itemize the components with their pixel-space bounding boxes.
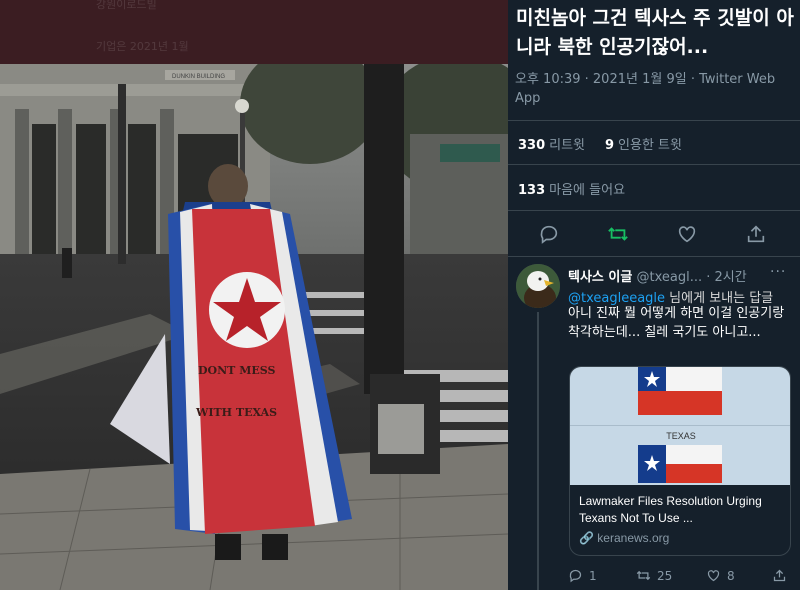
retweet-icon[interactable] [607, 223, 629, 245]
divider [508, 164, 800, 165]
link-icon: 🔗 [579, 531, 594, 545]
tweet-panel: 미친놈아 그건 텍사스 주 깃발이 아니라 북한 인공기잖어... 오후 10:… [508, 0, 800, 590]
share-icon[interactable] [745, 223, 767, 245]
street-photo: DUNKIN BUILDING DONT MESS WITH TEXAS [0, 64, 508, 590]
reply-time[interactable]: · 2시간 [706, 270, 746, 285]
quotes-label: 인용한 트윗 [618, 138, 682, 153]
reply-reply-count: 1 [589, 568, 597, 583]
photo-panel[interactable]: 강원이로드빌 기업은 2021년 1월 DUNKIN BUILDING DONT… [0, 0, 508, 590]
reply-text: 아니 진짜 뭘 어떻게 하면 이걸 인공기랑 착각하는데... 칠레 국기도 아… [568, 306, 785, 340]
reply-reply-button[interactable]: 1 [568, 568, 597, 583]
faded-text-top: 강원이로드빌 [96, 0, 157, 11]
divider [508, 210, 800, 211]
card-domain-text: keranews.org [597, 531, 670, 545]
divider [508, 120, 800, 121]
likes-label: 마음에 들어요 [549, 183, 626, 198]
reply-icon[interactable] [538, 223, 560, 245]
photo-top-band: 강원이로드빌 기업은 2021년 1월 [0, 0, 508, 64]
link-card[interactable]: TEXAS Lawmaker Files Resolution Urging T… [569, 366, 791, 556]
likes-stat[interactable]: 133 마음에 들어요 [518, 179, 625, 198]
card-domain: 🔗 keranews.org [579, 531, 669, 545]
retweet-icon [636, 570, 651, 581]
reply-author-name[interactable]: 텍사스 이글 [568, 270, 632, 285]
flag-text-line-2: WITH TEXAS [195, 406, 277, 419]
reply-like-count: 8 [727, 568, 735, 583]
building-banner-text: DUNKIN BUILDING [172, 74, 225, 80]
share-icon [773, 569, 786, 582]
reply-icon [569, 569, 582, 583]
texas-flag-icon [570, 367, 790, 483]
reply-retweet-button[interactable]: 25 [636, 568, 672, 583]
flag-text-line-1: DONT MESS [198, 364, 275, 377]
avatar[interactable] [516, 264, 560, 308]
retweets-stat[interactable]: 330 리트윗 [518, 134, 585, 153]
tweet-timestamp[interactable]: 오후 10:39 · 2021년 1월 9일 · Twitter Web App [515, 70, 795, 108]
divider [508, 256, 800, 257]
tweet-text: 미친놈아 그건 텍사스 주 깃발이 아니라 북한 인공기잖어... [516, 7, 794, 58]
more-icon[interactable]: ··· [770, 264, 786, 280]
eagle-icon [516, 264, 560, 308]
reply-share-button[interactable] [772, 568, 793, 583]
retweets-label: 리트윗 [549, 138, 586, 153]
reply-like-button[interactable]: 8 [706, 568, 735, 583]
card-image-label: TEXAS [666, 431, 696, 441]
retweets-count: 330 [518, 138, 546, 153]
card-image: TEXAS [570, 367, 790, 485]
quotes-stat[interactable]: 9 인용한 트윗 [605, 134, 682, 153]
like-icon [707, 570, 720, 582]
reply-header: 텍사스 이글 @txeagl... · 2시간 [568, 266, 796, 285]
faded-text-bottom: 기업은 2021년 1월 [96, 40, 189, 53]
reply-retweet-count: 25 [657, 568, 673, 583]
thread-line [537, 312, 539, 590]
like-icon[interactable] [676, 223, 698, 245]
quotes-count: 9 [605, 138, 615, 153]
reply-author-handle[interactable]: @txeagl... [636, 270, 702, 285]
likes-count: 133 [518, 183, 546, 198]
card-title: Lawmaker Files Resolution Urging Texans … [579, 494, 762, 525]
